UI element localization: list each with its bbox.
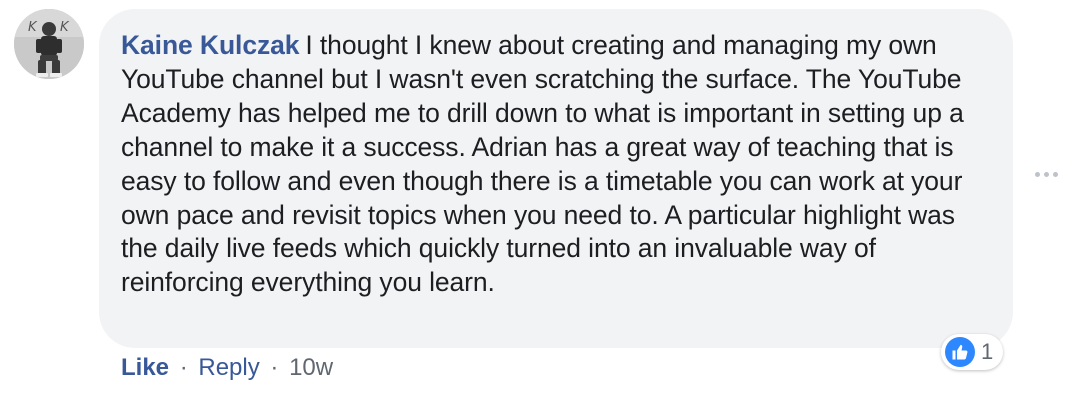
separator: · [270,354,279,381]
thumbs-up-icon [945,337,975,367]
reaction-count: 1 [981,339,994,364]
comment-body: Kaine Kulczak I thought I knew about crea… [121,29,993,300]
comment-actions: Like · Reply · 10w [121,352,333,384]
reply-button[interactable]: Reply [198,354,259,381]
ellipsis-icon [1035,172,1040,177]
comment-text: I thought I knew about creating and mana… [121,30,964,298]
ellipsis-icon [1044,172,1049,177]
svg-text:K: K [60,20,70,35]
user-avatar-icon: K K [14,9,84,79]
svg-text:K: K [28,20,38,35]
comment-bubble: Kaine Kulczak I thought I knew about crea… [99,9,1013,348]
like-button[interactable]: Like [121,354,169,381]
comment-author-link[interactable]: Kaine Kulczak [121,30,299,60]
more-options-button[interactable] [1035,172,1058,177]
timestamp-link[interactable]: 10w [289,354,333,381]
avatar[interactable]: K K [14,9,84,79]
separator: · [179,354,188,381]
reaction-summary[interactable]: 1 [941,334,1004,370]
ellipsis-icon [1053,172,1058,177]
